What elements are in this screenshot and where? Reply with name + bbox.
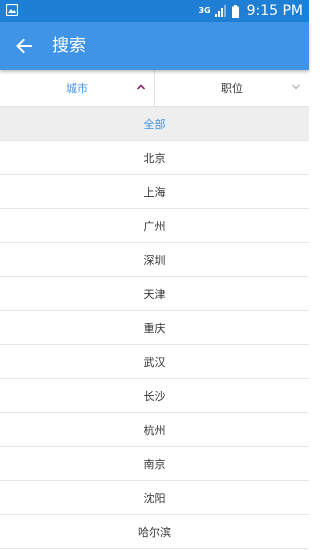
city-item[interactable]: 上海	[0, 175, 309, 209]
app-bar: 搜索	[0, 22, 309, 70]
city-item[interactable]: 杭州	[0, 413, 309, 447]
signal-icon	[214, 5, 226, 17]
image-notification-icon	[6, 4, 18, 16]
city-item[interactable]: 南京	[0, 447, 309, 481]
city-item[interactable]: 沈阳	[0, 481, 309, 515]
status-right-group: 3G 9:15 PM	[198, 0, 303, 22]
city-item[interactable]: 深圳	[0, 243, 309, 277]
city-item-selected[interactable]: 全部	[0, 107, 309, 141]
city-item[interactable]: 武汉	[0, 345, 309, 379]
filter-tab-city-label: 城市	[66, 82, 88, 95]
filter-tab-position[interactable]: 职位	[155, 70, 309, 106]
filter-bar: 城市 职位	[0, 70, 309, 107]
filter-tab-city[interactable]: 城市	[0, 70, 155, 106]
battery-icon	[231, 4, 239, 18]
city-item[interactable]: 重庆	[0, 311, 309, 345]
back-arrow-icon[interactable]	[13, 35, 35, 57]
city-item[interactable]: 北京	[0, 141, 309, 175]
page-title: 搜索	[52, 36, 86, 56]
network-type: 3G	[198, 6, 211, 15]
clock: 9:15 PM	[246, 3, 303, 19]
city-item[interactable]: 哈尔滨	[0, 515, 309, 549]
status-bar: 3G 9:15 PM	[0, 0, 309, 22]
city-list: 全部 北京 上海 广州 深圳 天津 重庆 武汉 长沙 杭州 南京 沈阳 哈尔滨	[0, 107, 309, 549]
chevron-down-icon	[292, 84, 300, 90]
city-item[interactable]: 长沙	[0, 379, 309, 413]
filter-tab-position-label: 职位	[221, 82, 243, 95]
chevron-up-icon	[136, 84, 146, 90]
city-item[interactable]: 广州	[0, 209, 309, 243]
city-item[interactable]: 天津	[0, 277, 309, 311]
